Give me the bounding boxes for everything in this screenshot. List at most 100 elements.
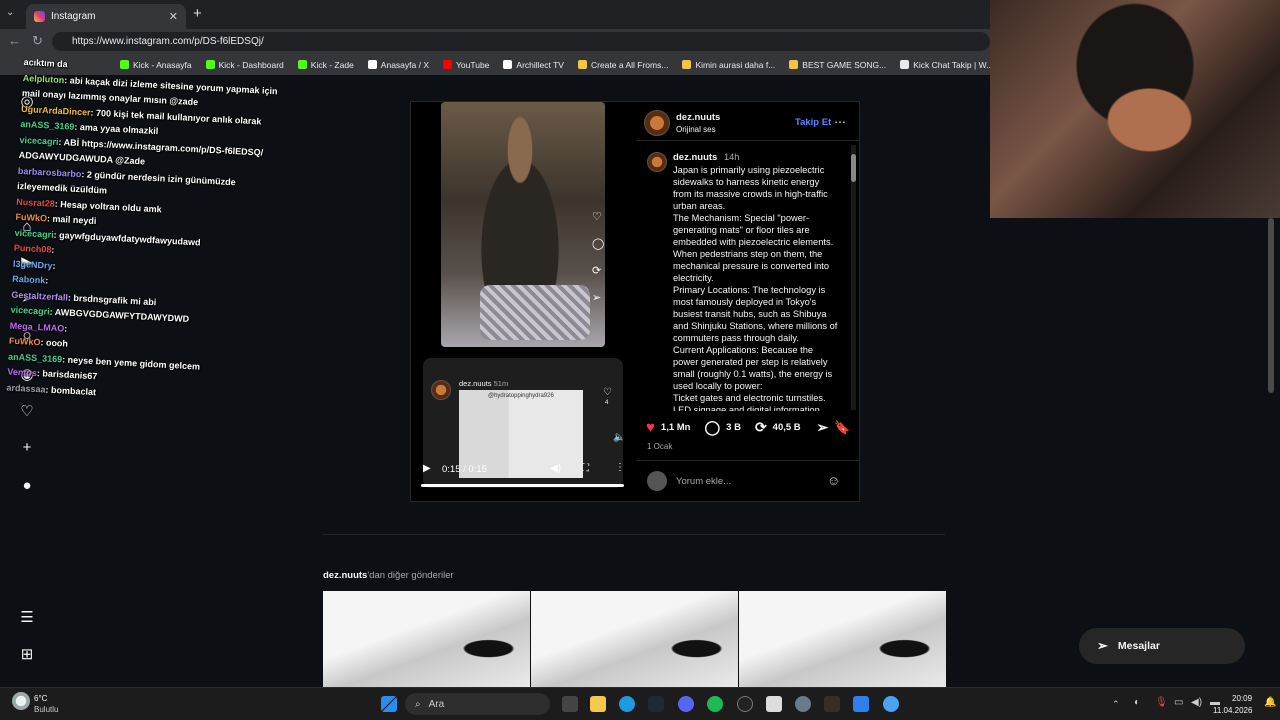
spotify-icon[interactable] <box>707 696 723 712</box>
chat-text: brsdnsgrafik mi abi <box>73 292 157 307</box>
mute-icon[interactable]: ◀) <box>550 463 561 474</box>
page-scrollbar[interactable] <box>1268 218 1274 393</box>
save-icon[interactable]: 🔖 <box>834 420 850 436</box>
profile-icon[interactable]: ● <box>18 477 36 495</box>
weather-temp: 6°C <box>34 694 48 703</box>
like-icon[interactable]: ♥ <box>646 419 655 436</box>
more-apps-icon[interactable]: ⊞ <box>18 645 36 663</box>
caption: dez.nuuts 14h Japan is primarily using p… <box>673 151 838 411</box>
bookmark-item[interactable]: BEST GAME SONG... <box>789 60 886 70</box>
more-post-thumbnail[interactable] <box>323 591 530 687</box>
epic-icon[interactable] <box>737 696 753 712</box>
close-tab-icon[interactable]: ✕ <box>169 10 178 23</box>
app-icon[interactable] <box>795 696 811 712</box>
audio-label[interactable]: Orijinal ses <box>676 125 716 134</box>
chat-username: FuWkO <box>8 335 41 348</box>
bookmark-item[interactable]: Kick Chat Takip | W... <box>900 60 990 70</box>
more-options-icon[interactable]: ⋯ <box>834 115 846 129</box>
steam-icon[interactable] <box>648 696 664 712</box>
comment-count: 3 B <box>726 422 741 433</box>
messages-label: Mesajlar <box>1117 640 1160 652</box>
video-share-icon: ➢ <box>592 292 602 304</box>
bookmark-label: Kimin aurasi daha f... <box>695 59 776 70</box>
url-input[interactable]: https://www.instagram.com/p/DS-f6lEDSQj/ <box>52 32 990 51</box>
like-count[interactable]: 1,1 Mn <box>661 422 691 433</box>
chat-username: vicecagri <box>10 304 50 317</box>
chat-username: FuWkO <box>15 211 48 224</box>
task-view-icon[interactable] <box>562 696 578 712</box>
caption-text: Japan is primarily using piezoelectric s… <box>673 165 838 411</box>
chat-username: barbarosbarbo <box>17 165 82 179</box>
caption-scroll-thumb[interactable] <box>851 154 856 182</box>
bookmark-item[interactable]: Kick - Zade <box>297 60 354 70</box>
back-icon[interactable]: ← <box>8 33 21 48</box>
bookmark-item[interactable]: Create a All Froms... <box>577 60 668 70</box>
bookmark-label: Kick Chat Takip | W... <box>913 59 990 70</box>
discord-icon[interactable] <box>678 696 694 712</box>
play-icon[interactable]: ▶ <box>423 463 431 474</box>
caption-time: 14h <box>723 152 740 162</box>
more-post-thumbnail[interactable] <box>531 591 738 687</box>
video-progress-bar[interactable] <box>421 484 624 487</box>
bookmark-item[interactable]: Kimin aurasi daha f... <box>682 60 775 70</box>
edge-icon[interactable] <box>619 696 635 712</box>
browser-tab[interactable]: Instagram ✕ <box>26 4 186 29</box>
chat-text: acıktım da <box>23 56 68 70</box>
chat-text: oooh <box>45 337 69 349</box>
new-tab-icon[interactable]: + <box>193 5 202 22</box>
author-username[interactable]: dez.nuuts <box>676 112 720 123</box>
comment-input[interactable]: Yorum ekle... <box>676 476 731 487</box>
menu-icon[interactable]: ☰ <box>18 608 36 626</box>
more-posts-user[interactable]: dez.nuuts <box>323 570 367 581</box>
volume-icon[interactable]: ◀) <box>1191 697 1202 708</box>
reload-icon[interactable]: ↻ <box>32 33 43 49</box>
caption-scrollbar[interactable] <box>851 145 856 410</box>
chat-text: mail neydi <box>52 213 97 227</box>
app-icon[interactable] <box>766 696 782 712</box>
chat-text: barisdanis67 <box>42 368 98 382</box>
taskbar <box>0 687 1280 720</box>
bookmark-favicon-icon <box>789 60 799 69</box>
repost-icon[interactable]: ⟳ <box>755 419 767 436</box>
chat-username: UgurArdaDincer <box>20 103 91 118</box>
messages-button[interactable]: ➢ Mesajlar <box>1079 628 1245 664</box>
caption-avatar[interactable] <box>647 152 667 172</box>
taskbar-search[interactable]: ⌕ Ara <box>405 693 550 715</box>
clock-time[interactable]: 20:09 <box>1232 694 1252 703</box>
author-avatar[interactable] <box>644 110 670 136</box>
share-icon[interactable]: ➢ <box>817 419 829 436</box>
app-icon[interactable] <box>824 696 840 712</box>
bookmark-favicon-icon <box>577 60 587 69</box>
tray-app-icon[interactable]: ◐ <box>1134 697 1140 708</box>
fullscreen-icon[interactable]: ⛶ <box>582 463 589 474</box>
bookmark-item[interactable]: YouTube <box>443 60 489 70</box>
comment-icon[interactable]: ◯ <box>704 419 720 436</box>
tab-search-icon[interactable]: ⌄ <box>6 7 14 18</box>
chat-username: Gestaltzerfall <box>11 289 69 303</box>
weather-icon[interactable] <box>12 692 30 710</box>
chat-username: l3geNDry <box>12 258 53 271</box>
embedded-user: dez.nuuts 51m <box>459 379 509 388</box>
tray-overflow-icon[interactable]: ⌃ <box>1112 699 1120 710</box>
embedded-likes: 4 <box>605 400 609 406</box>
volume-icon[interactable]: 🔈 <box>613 432 625 443</box>
bookmark-item[interactable]: Archillect TV <box>503 60 564 70</box>
notification-bell-icon[interactable]: 🔔 <box>1264 697 1276 708</box>
app-icon[interactable] <box>883 696 899 712</box>
vscode-icon[interactable] <box>853 696 869 712</box>
more-post-thumbnail[interactable] <box>739 591 946 687</box>
caption-username[interactable]: dez.nuuts <box>673 152 717 163</box>
network-icon[interactable]: ▭ <box>1174 697 1183 708</box>
bookmark-label: BEST GAME SONG... <box>802 59 887 70</box>
emoji-icon[interactable]: ☺ <box>827 473 840 488</box>
notifications-icon[interactable]: ♡ <box>18 402 36 420</box>
bookmark-item[interactable]: Anasayfa / X <box>367 60 429 70</box>
chat-text: bombaclat <box>50 384 97 397</box>
file-explorer-icon[interactable] <box>590 696 606 712</box>
follow-button[interactable]: Takip Et <box>795 117 831 128</box>
create-icon[interactable]: + <box>18 439 36 457</box>
microphone-icon[interactable]: 🎙 <box>1155 697 1168 708</box>
clock-date[interactable]: 11.04.2026 <box>1213 706 1252 715</box>
start-icon[interactable] <box>381 696 397 712</box>
video-more-icon[interactable]: ⋮ <box>615 462 625 473</box>
